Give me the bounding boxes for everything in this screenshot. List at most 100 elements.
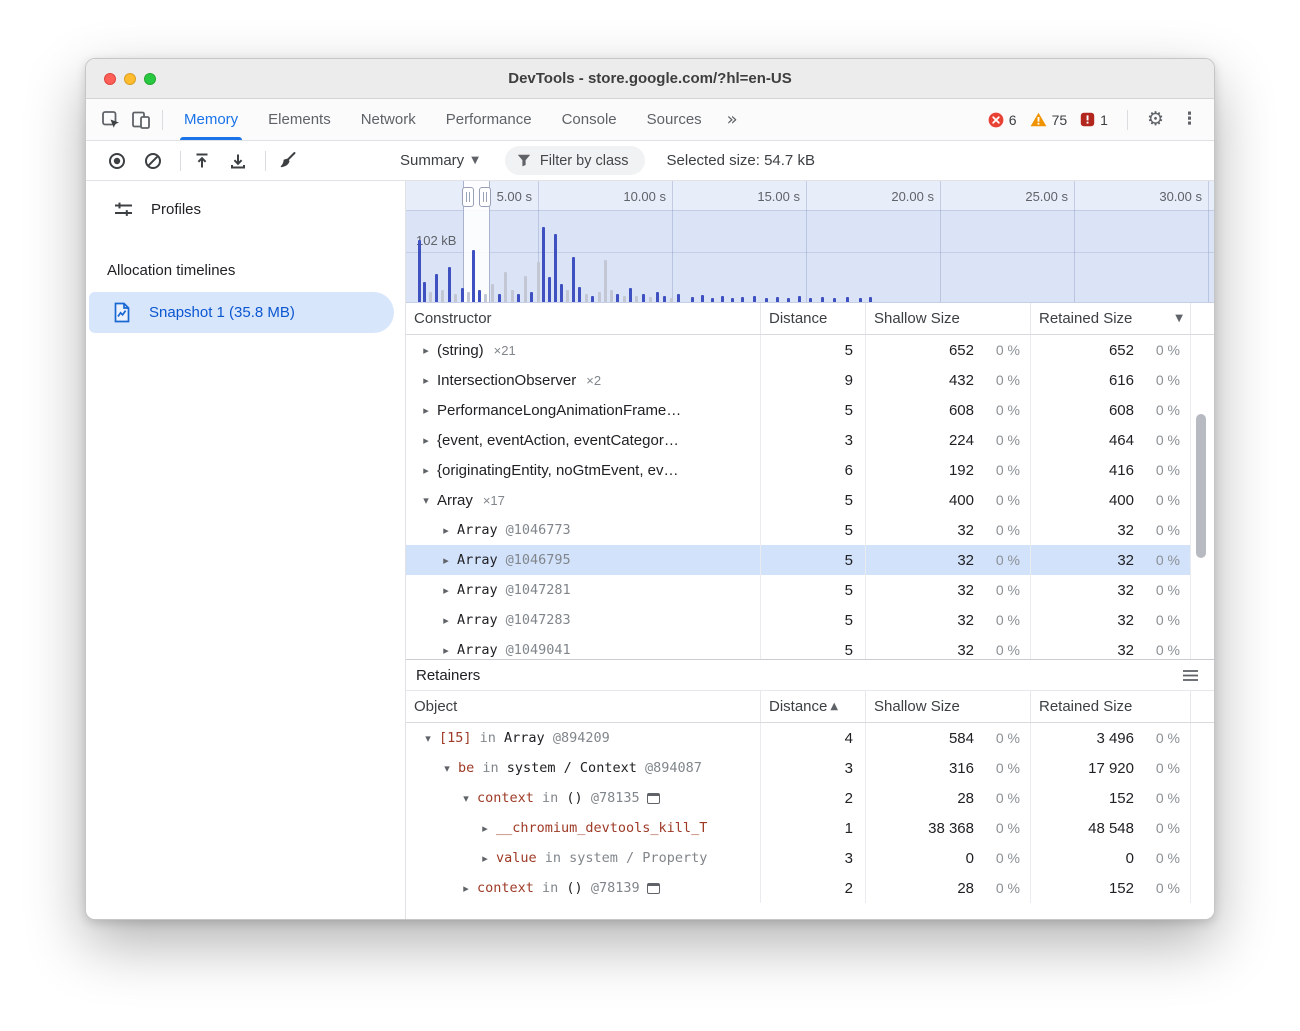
disclosure-collapsed-icon[interactable]: ▸ <box>438 644 454 657</box>
timeline-bar <box>663 296 666 302</box>
constructor-row[interactable]: ▸Array@10467955320 %320 % <box>406 545 1191 575</box>
disclosure-expanded-icon[interactable]: ▾ <box>439 762 455 775</box>
selection-right-handle[interactable] <box>479 187 491 207</box>
retainer-row[interactable]: ▸value in system / Property300 %00 % <box>406 843 1191 873</box>
column-header-retained-size[interactable]: Retained Size <box>1031 691 1191 722</box>
clear-profiles-button[interactable] <box>138 146 168 176</box>
kebab-menu-icon[interactable]: ⋮ <box>1177 111 1202 128</box>
constructor-row[interactable]: ▸Array@10472835320 %320 % <box>406 605 1191 635</box>
column-header-distance[interactable]: Distance ▲ <box>761 691 866 722</box>
issues-badge[interactable]: 1 <box>1080 112 1108 128</box>
column-header-object[interactable]: Object <box>406 691 761 722</box>
disclosure-collapsed-icon[interactable]: ▸ <box>477 822 493 835</box>
constructor-row[interactable]: ▾Array×1754000 %4000 % <box>406 485 1191 515</box>
record-toggle-button[interactable] <box>102 146 132 176</box>
timeline-bar <box>441 290 444 302</box>
disclosure-expanded-icon[interactable]: ▾ <box>418 494 434 507</box>
constructor-name-cell: ▸IntersectionObserver×2 <box>406 365 761 395</box>
disclosure-collapsed-icon[interactable]: ▸ <box>438 524 454 537</box>
disclosure-collapsed-icon[interactable]: ▸ <box>418 374 434 387</box>
more-tabs-button[interactable]: » <box>717 109 748 130</box>
column-header-shallow-size[interactable]: Shallow Size <box>866 303 1031 334</box>
timeline-bar <box>530 292 533 302</box>
sidebar-item-snapshot-1[interactable]: Snapshot 1 (35.8 MB) <box>89 292 394 333</box>
retained-size-cell: 48 5480 % <box>1031 813 1191 843</box>
vertical-scrollbar[interactable] <box>1196 414 1206 558</box>
retainer-kw: in <box>534 880 558 896</box>
settings-gear-icon[interactable]: ⚙ <box>1147 110 1164 129</box>
disclosure-collapsed-icon[interactable]: ▸ <box>438 584 454 597</box>
constructor-row[interactable]: ▸Array@10490415320 %320 % <box>406 635 1191 659</box>
constructor-table-header: Constructor Distance Shallow Size Retain… <box>406 303 1214 335</box>
shallow-size-cell: 5840 % <box>866 723 1031 753</box>
column-header-shallow-size[interactable]: Shallow Size <box>866 691 1031 722</box>
column-header-retained-size[interactable]: Retained Size ▼ <box>1031 303 1191 334</box>
disclosure-expanded-icon[interactable]: ▾ <box>420 732 436 745</box>
disclosure-collapsed-icon[interactable]: ▸ <box>418 344 434 357</box>
constructor-row[interactable]: ▸IntersectionObserver×294320 %6160 % <box>406 365 1191 395</box>
timeline-bar <box>472 250 475 302</box>
retainer-row[interactable]: ▸__chromium_devtools_kill_T138 3680 %48 … <box>406 813 1191 843</box>
constructor-row[interactable]: ▸{event, eventAction, eventCategor…32240… <box>406 425 1191 455</box>
delete-profile-button[interactable] <box>272 146 302 176</box>
allocation-timeline[interactable]: 102 kB 5.00 s10.00 s15.00 s20.00 s25.00 … <box>406 181 1214 303</box>
load-profile-button[interactable] <box>187 146 217 176</box>
retainers-titlebar: Retainers <box>406 659 1214 691</box>
retained-size-value: 32 <box>1031 612 1134 629</box>
save-profile-button[interactable] <box>223 146 253 176</box>
constructor-row[interactable]: ▸PerformanceLongAnimationFrame…56080 %60… <box>406 395 1191 425</box>
timeline-bar <box>484 294 487 302</box>
retained-size-value: 0 <box>1031 850 1134 867</box>
disclosure-collapsed-icon[interactable]: ▸ <box>418 464 434 477</box>
shallow-size-percent: 0 % <box>974 642 1030 658</box>
retainer-id: @78135 <box>583 790 640 806</box>
class-filter-input[interactable]: Filter by class <box>505 146 645 175</box>
tab-console[interactable]: Console <box>547 99 632 140</box>
disclosure-collapsed-icon[interactable]: ▸ <box>438 614 454 627</box>
chevron-down-icon: ▼ <box>471 155 479 166</box>
tab-performance[interactable]: Performance <box>431 99 547 140</box>
tab-elements[interactable]: Elements <box>253 99 346 140</box>
constructor-table-body: ▸(string)×2156520 %6520 %▸IntersectionOb… <box>406 335 1214 659</box>
retainer-row[interactable]: ▾[15] in Array @89420945840 %3 4960 % <box>406 723 1191 753</box>
timeline-tick-label: 10.00 s <box>602 189 666 204</box>
timeline-bar <box>610 290 613 302</box>
minimize-button[interactable] <box>124 73 136 85</box>
retainer-row[interactable]: ▸context in () @781392280 %1520 % <box>406 873 1191 903</box>
timeline-bar <box>423 282 426 302</box>
object-name: Array <box>457 582 498 598</box>
constructor-row[interactable]: ▸Array@10472815320 %320 % <box>406 575 1191 605</box>
disclosure-collapsed-icon[interactable]: ▸ <box>477 852 493 865</box>
hamburger-menu-icon[interactable] <box>1182 669 1199 682</box>
timeline-tick-label: 15.00 s <box>736 189 800 204</box>
column-header-constructor[interactable]: Constructor <box>406 303 761 334</box>
retained-size-cell: 320 % <box>1031 635 1191 659</box>
constructor-row[interactable]: ▸{originatingEntity, noGtmEvent, ev…6192… <box>406 455 1191 485</box>
retainer-row[interactable]: ▾be in system / Context @89408733160 %17… <box>406 753 1191 783</box>
inspect-element-icon[interactable] <box>96 105 126 135</box>
snapshot-document-icon <box>113 302 131 323</box>
disclosure-collapsed-icon[interactable]: ▸ <box>438 554 454 567</box>
constructor-row[interactable]: ▸Array@10467735320 %320 % <box>406 515 1191 545</box>
disclosure-expanded-icon[interactable]: ▾ <box>458 792 474 805</box>
disclosure-collapsed-icon[interactable]: ▸ <box>418 404 434 417</box>
column-header-distance[interactable]: Distance <box>761 303 866 334</box>
close-button[interactable] <box>104 73 116 85</box>
retained-size-percent: 0 % <box>1134 492 1190 508</box>
warning-badge[interactable]: 75 <box>1030 112 1068 128</box>
retainer-row[interactable]: ▾context in () @781352280 %1520 % <box>406 783 1191 813</box>
profile-view-select[interactable]: Summary ▼ <box>400 152 479 169</box>
device-toolbar-icon[interactable] <box>126 105 156 135</box>
tab-sources[interactable]: Sources <box>632 99 717 140</box>
selection-left-handle[interactable] <box>462 187 474 207</box>
distance-cell: 5 <box>761 575 866 605</box>
constructor-row[interactable]: ▸(string)×2156520 %6520 % <box>406 335 1191 365</box>
tab-memory[interactable]: Memory <box>169 99 253 140</box>
disclosure-collapsed-icon[interactable]: ▸ <box>458 882 474 895</box>
zoom-button[interactable] <box>144 73 156 85</box>
titlebar: DevTools - store.google.com/?hl=en-US <box>86 59 1214 99</box>
timeline-bar <box>504 272 507 302</box>
error-badge[interactable]: 6 <box>988 112 1017 128</box>
disclosure-collapsed-icon[interactable]: ▸ <box>418 434 434 447</box>
tab-network[interactable]: Network <box>346 99 431 140</box>
